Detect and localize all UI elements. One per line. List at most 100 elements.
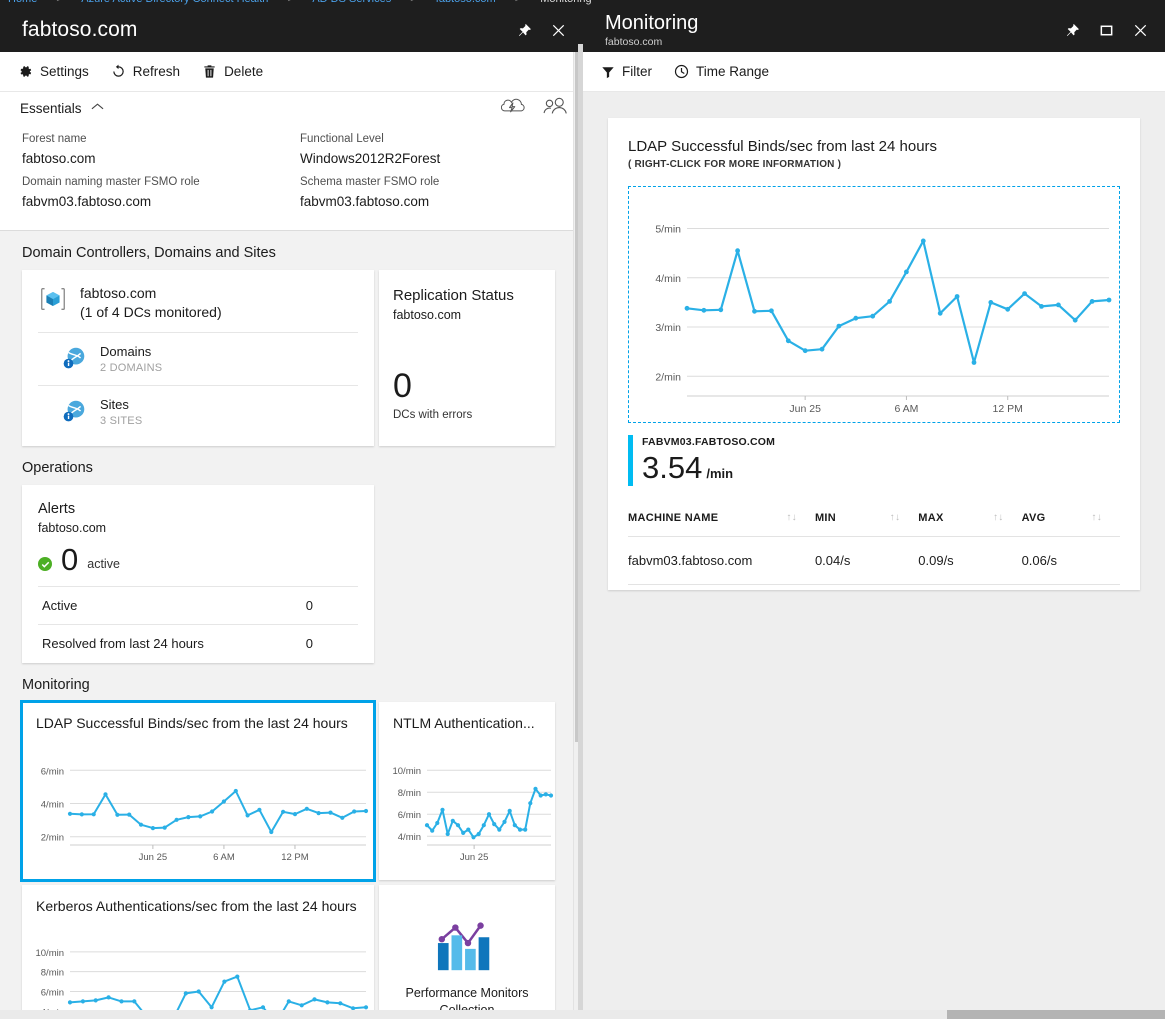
operations-tiles-row: Alerts fabtoso.com 0 active Active 0 Res… <box>0 485 583 663</box>
delete-label: Delete <box>224 64 263 79</box>
metric-summary: FABVM03.FABTOSO.COM 3.54 /min <box>628 435 1120 486</box>
sort-icon[interactable]: ↑↓ <box>890 512 901 523</box>
alerts-tile[interactable]: Alerts fabtoso.com 0 active Active 0 Res… <box>22 485 374 663</box>
table-row[interactable]: fabvm03.fabtoso.com 0.04/s 0.09/s 0.06/s <box>628 537 1120 585</box>
forest-blade-title-actions <box>509 8 573 52</box>
time-range-button[interactable]: Time Range <box>674 64 769 79</box>
status-ok-icon <box>38 557 52 571</box>
metric-text: FABVM03.FABTOSO.COM 3.54 /min <box>642 435 775 486</box>
pin-icon[interactable] <box>509 15 539 45</box>
settings-label: Settings <box>40 64 89 79</box>
scrollbar-thumb[interactable] <box>947 1010 1165 1019</box>
svg-text:10/min: 10/min <box>35 948 64 959</box>
chevron-up-icon[interactable] <box>91 102 104 114</box>
maximize-icon[interactable] <box>1091 15 1121 45</box>
gear-icon <box>18 64 33 79</box>
refresh-label: Refresh <box>133 64 180 79</box>
cell-machine-name: fabvm03.fabtoso.com <box>628 537 815 585</box>
monitoring-blade: Monitoring fabtoso.com Filter <box>583 8 1165 1019</box>
breadcrumb[interactable]: Home > Azure Active Directory Connect He… <box>0 0 1165 8</box>
tile-ntlm-chart: 4/min6/min8/min10/minJun 25 <box>379 749 555 867</box>
column-header-max[interactable]: MAX ↑↓ <box>918 506 1021 537</box>
alerts-row-value: 0 <box>306 598 358 613</box>
close-icon[interactable] <box>543 15 573 45</box>
svg-text:4/min: 4/min <box>41 799 64 810</box>
metric-accent-bar <box>628 435 633 486</box>
alerts-summary: 0 active <box>38 544 358 576</box>
section-title-monitoring: Monitoring <box>0 663 583 702</box>
monitoring-title-actions <box>1057 8 1155 52</box>
svg-text:6/min: 6/min <box>398 810 421 821</box>
metric-value-row: 3.54 /min <box>642 450 775 486</box>
table-header-row: MACHINE NAME ↑↓ MIN ↑↓ MAX ↑↓ AVG <box>628 506 1120 537</box>
essentials-value: fabtoso.com <box>22 149 280 169</box>
cell-min: 0.04/s <box>815 537 918 585</box>
tile-ntlm-auth[interactable]: NTLM Authentication... 4/min6/min8/min10… <box>379 702 555 880</box>
delete-button[interactable]: Delete <box>202 64 263 79</box>
column-label: MACHINE NAME <box>628 512 718 524</box>
svg-text:6/min: 6/min <box>41 987 64 998</box>
alerts-subtitle: fabtoso.com <box>38 519 358 537</box>
dc-tile-names: fabtoso.com (1 of 4 DCs monitored) <box>80 284 222 322</box>
tile-performance-monitors[interactable]: Performance Monitors Collection <box>379 885 555 1019</box>
column-header-avg[interactable]: AVG ↑↓ <box>1022 506 1120 537</box>
essentials-header[interactable]: Essentials <box>0 92 583 124</box>
card-subtitle: ( RIGHT-CLICK FOR MORE INFORMATION ) <box>628 159 1120 170</box>
dc-row-sites[interactable]: Sites 3 SITES <box>38 385 358 438</box>
pin-icon[interactable] <box>1057 15 1087 45</box>
forest-blade-title-bar: fabtoso.com <box>0 8 583 52</box>
domain-controllers-tile[interactable]: fabtoso.com (1 of 4 DCs monitored) Domai… <box>22 270 374 446</box>
users-icon[interactable] <box>543 96 569 121</box>
svg-text:6 AM: 6 AM <box>213 852 235 863</box>
column-header-machine-name[interactable]: MACHINE NAME ↑↓ <box>628 506 815 537</box>
essentials-key: Schema master FSMO role <box>300 173 560 192</box>
main-ldap-chart[interactable]: 2/min3/min4/min5/minJun 256 AM12 PM <box>628 186 1120 423</box>
tile-kerberos-auth[interactable]: Kerberos Authentications/sec from the la… <box>22 885 374 1019</box>
replication-status-tile[interactable]: Replication Status fabtoso.com 0 DCs wit… <box>379 270 555 446</box>
window-horizontal-scrollbar[interactable] <box>0 1010 1165 1019</box>
sort-icon[interactable]: ↑↓ <box>1091 512 1102 523</box>
dc-row-count: 2 DOMAINS <box>100 360 162 377</box>
filter-label: Filter <box>622 64 652 79</box>
sort-icon[interactable]: ↑↓ <box>786 512 797 523</box>
breadcrumb-item-0[interactable]: Home <box>8 0 37 5</box>
svg-text:8/min: 8/min <box>398 788 421 799</box>
svg-text:5/min: 5/min <box>655 224 681 236</box>
breadcrumb-item-1[interactable]: Azure Active Directory Connect Health <box>81 0 268 5</box>
globe-info-icon <box>62 345 88 376</box>
dc-row-domains[interactable]: Domains 2 DOMAINS <box>38 332 358 385</box>
globe-info-icon <box>62 398 88 429</box>
breadcrumb-item-3[interactable]: fabtoso.com <box>436 0 496 5</box>
column-label: AVG <box>1022 512 1046 524</box>
alerts-row-active[interactable]: Active 0 <box>38 586 358 624</box>
metrics-table-body: fabvm03.fabtoso.com 0.04/s 0.09/s 0.06/s <box>628 537 1120 585</box>
sort-icon[interactable]: ↑↓ <box>993 512 1004 523</box>
metrics-table: MACHINE NAME ↑↓ MIN ↑↓ MAX ↑↓ AVG <box>628 506 1120 585</box>
metric-machine-name: FABVM03.FABTOSO.COM <box>642 435 775 450</box>
replication-caption: DCs with errors <box>393 409 541 421</box>
tile-ldap-binds[interactable]: LDAP Successful Binds/sec from the last … <box>22 702 374 880</box>
svg-text:6/min: 6/min <box>41 766 64 777</box>
ldap-metric-card: LDAP Successful Binds/sec from last 24 h… <box>608 118 1140 590</box>
essentials-value: fabvm03.fabtoso.com <box>22 192 280 212</box>
monitoring-tiles-row-1: LDAP Successful Binds/sec from the last … <box>0 702 583 880</box>
forest-command-bar: Settings Refresh Delete <box>0 52 583 92</box>
metrics-table-head: MACHINE NAME ↑↓ MIN ↑↓ MAX ↑↓ AVG <box>628 506 1120 537</box>
metric-value: 3.54 <box>642 450 702 486</box>
cloud-lightning-icon[interactable] <box>501 96 527 121</box>
svg-text:Jun 25: Jun 25 <box>460 852 489 863</box>
column-header-min[interactable]: MIN ↑↓ <box>815 506 918 537</box>
breadcrumb-item-2[interactable]: AD DS Services <box>312 0 391 5</box>
settings-button[interactable]: Settings <box>18 64 89 79</box>
svg-text:4/min: 4/min <box>398 832 421 843</box>
alerts-row-resolved[interactable]: Resolved from last 24 hours 0 <box>38 624 358 662</box>
close-icon[interactable] <box>1125 15 1155 45</box>
refresh-button[interactable]: Refresh <box>111 64 180 79</box>
azure-portal-screen: Home > Azure Active Directory Connect He… <box>0 0 1165 1019</box>
refresh-icon <box>111 64 126 79</box>
breadcrumb-sep: > <box>56 0 62 5</box>
filter-button[interactable]: Filter <box>601 64 652 79</box>
cube-icon <box>38 284 68 319</box>
monitoring-command-bar: Filter Time Range <box>583 52 1165 92</box>
essentials-value: Windows2012R2Forest <box>300 149 560 169</box>
